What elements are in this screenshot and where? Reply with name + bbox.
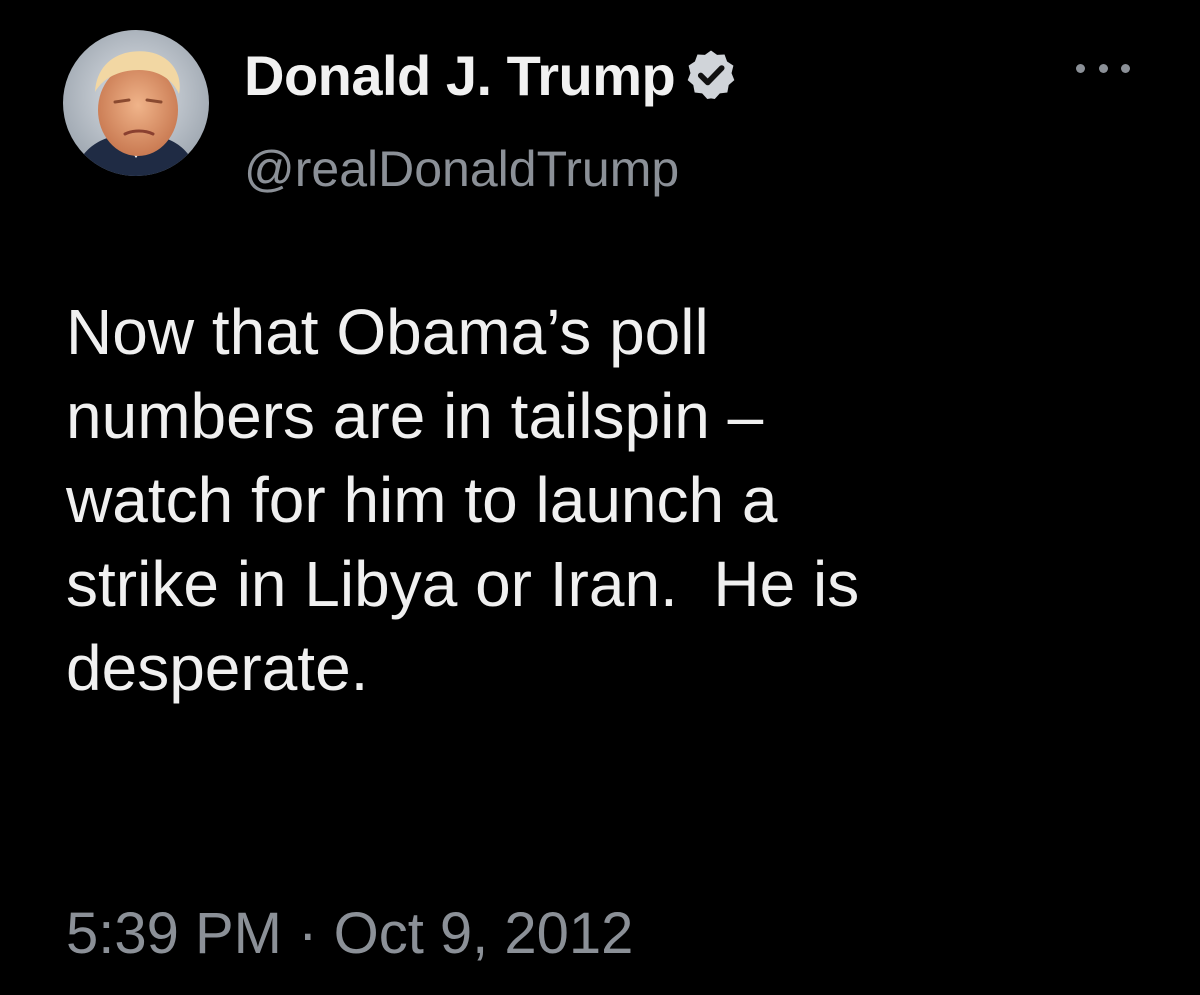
verified-badge-icon — [683, 47, 739, 103]
tweet-text-line: strike in Libya or Iran. He is — [66, 548, 860, 620]
timestamp[interactable]: 5:39 PM · Oct 9, 2012 — [66, 900, 633, 967]
handle[interactable]: @realDonaldTrump — [244, 140, 679, 198]
display-name[interactable]: Donald J. Trump — [244, 43, 676, 108]
tweet-card: Donald J. Trump @realDonaldTrump Now tha… — [0, 0, 1200, 995]
more-dot — [1076, 63, 1085, 73]
avatar[interactable] — [63, 30, 209, 176]
timestamp-separator: · — [298, 901, 318, 966]
more-dot — [1098, 63, 1108, 73]
tweet-text-line: desperate. — [66, 632, 369, 704]
author-name-row: Donald J. Trump — [244, 40, 739, 110]
more-options-icon[interactable] — [1076, 56, 1130, 80]
tweet-date: Oct 9, 2012 — [333, 901, 634, 966]
tweet-text-line: numbers are in tailspin – — [66, 380, 764, 452]
tweet-text-line: Now that Obama’s poll — [66, 296, 709, 368]
tweet-time: 5:39 PM — [66, 901, 282, 966]
tweet-text: Now that Obama’s poll numbers are in tai… — [66, 290, 1126, 710]
tweet-text-line: watch for him to launch a — [66, 464, 778, 536]
avatar-portrait-icon — [63, 30, 209, 176]
more-dot — [1121, 63, 1130, 73]
